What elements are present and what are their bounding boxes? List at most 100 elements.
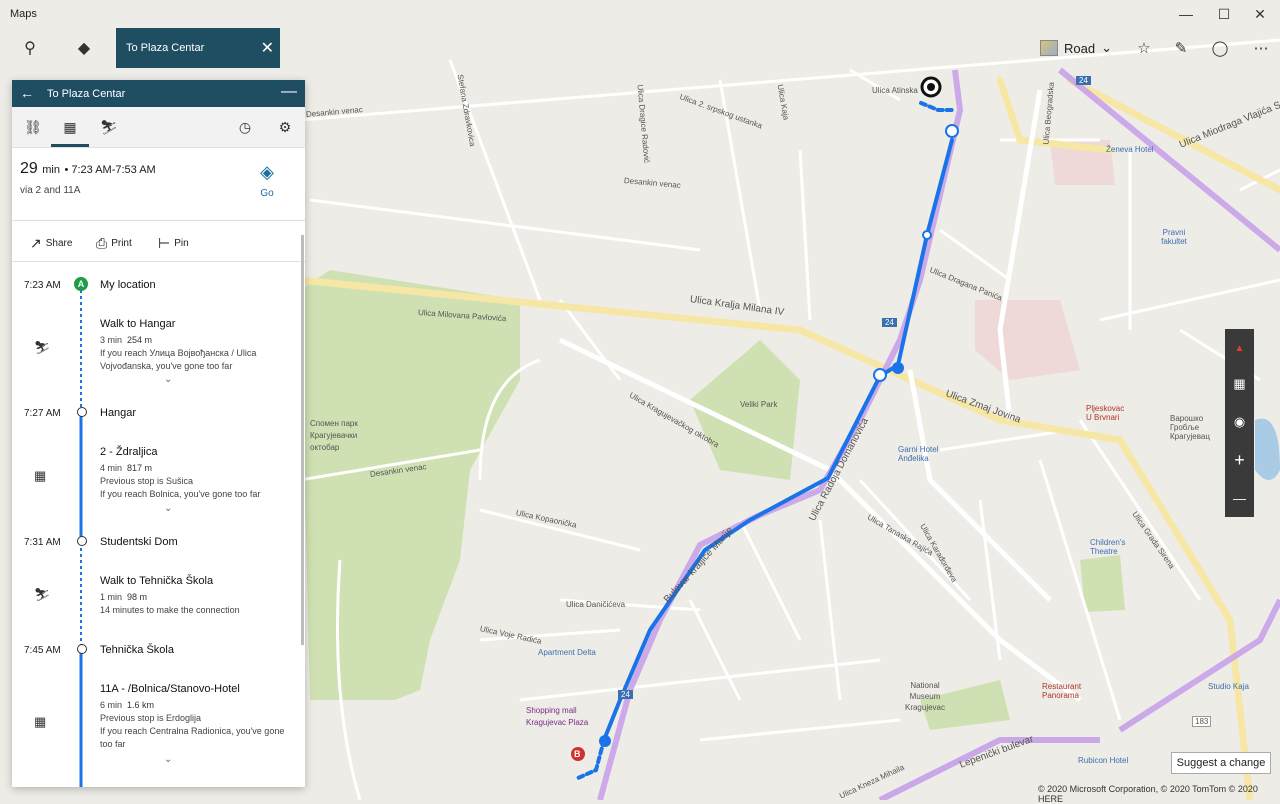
step-detail: 6 min 1.6 km <box>100 700 155 710</box>
maximize-button[interactable]: ☐ <box>1204 0 1244 28</box>
map-style-swatch <box>1040 40 1058 56</box>
map-label-poi: Rubicon Hotel <box>1078 756 1129 765</box>
step-prev-stop: Previous stop is Sušica <box>100 476 194 486</box>
more-icon[interactable]: ⋯ <box>1248 36 1274 60</box>
step-title: My location <box>100 279 156 291</box>
go-label: Go <box>260 188 274 199</box>
map-label-poi: Варошко Гробље Крагујевац <box>1170 414 1210 441</box>
walk-icon[interactable]: ⛷ <box>94 115 124 139</box>
walk-icon: ⛷ <box>34 587 51 602</box>
map-label-poi: Apartment Delta <box>538 648 596 657</box>
pin-icon: ⊢ <box>158 235 171 251</box>
map-label-poi: Studio Kaja <box>1208 682 1249 691</box>
route-steps: A 7:23 AM My location ⛷ Walk to Hangar 3… <box>12 262 305 787</box>
destination-pin-b[interactable]: B <box>574 749 581 759</box>
step-title: Hangar <box>100 407 137 419</box>
share-icon: ↗ <box>30 235 42 251</box>
chevron-down-icon: ⌄ <box>1101 40 1112 55</box>
expand-chevron-icon[interactable]: ⌄ <box>164 503 172 514</box>
tilt-grid-icon[interactable]: ▦ <box>1225 369 1254 399</box>
step-note: 14 minutes to make the connection <box>100 605 240 615</box>
step-note: If you reach Улица Војвођанска / Ulica V… <box>100 348 257 371</box>
map-controls: ▲ ▦ ◉ + — <box>1225 329 1254 517</box>
step-title: Walk to Hangar <box>100 318 176 330</box>
step-time: 7:23 AM <box>24 280 61 291</box>
compass-icon[interactable]: ▲ <box>1225 333 1254 363</box>
expand-chevron-icon[interactable]: ⌄ <box>164 754 172 765</box>
step-prev-stop: Previous stop is Erdoglija <box>100 713 202 723</box>
route-summary[interactable]: 29 min • 7:23 AM-7:53 AM via 2 and 11A ◈… <box>12 148 305 221</box>
map-label-poi: Pljeskovac U Brvnari <box>1086 404 1125 422</box>
car-icon[interactable]: ⛓ <box>18 115 48 139</box>
panel-scrollbar[interactable] <box>301 235 304 645</box>
route-tab-close-icon[interactable]: ✕ <box>261 38 274 58</box>
route-via: via 2 and 11A <box>20 185 81 196</box>
print-button[interactable]: ⎙ Print <box>96 235 132 252</box>
directions-icon[interactable]: ◆ <box>64 30 104 66</box>
expand-chevron-icon[interactable]: ⌄ <box>164 374 172 385</box>
step-detail: 4 min 817 m <box>100 463 153 473</box>
step-time: 7:45 AM <box>24 645 61 656</box>
title-bar: Maps — ☐ ✕ <box>0 0 1280 28</box>
map-label-park: Veliki Park <box>740 400 778 409</box>
step-title: 2 - Ždraljica <box>100 446 158 458</box>
route-shield: 24 <box>618 690 633 699</box>
search-icon[interactable]: ⚲ <box>10 30 50 66</box>
panel-title: To Plaza Centar <box>47 88 126 100</box>
zoom-out-icon[interactable]: — <box>1225 483 1254 513</box>
print-icon: ⎙ <box>96 235 108 251</box>
walk-icon: ⛷ <box>34 340 51 355</box>
map-label-poi: Restaurant Panorama <box>1042 682 1082 700</box>
back-arrow-icon[interactable]: ← <box>20 85 34 101</box>
clock-icon[interactable]: ◷ <box>230 115 260 139</box>
directions-panel: ← To Plaza Centar — ⛓ ▦ ⛷ ◷ ⚙ 29 min • 7… <box>12 80 305 787</box>
step-title: Tehnička Škola <box>100 644 174 656</box>
zoom-in-icon[interactable]: + <box>1225 445 1254 475</box>
go-icon: ◈ <box>260 162 274 182</box>
map-label-street: Ulica Atinska <box>872 86 918 95</box>
go-button[interactable]: ◈ Go <box>252 162 282 201</box>
map-label-poi: Garni Hotel Anđelika <box>898 445 939 463</box>
account-icon[interactable]: ◯ <box>1207 36 1233 60</box>
bus-icon: ▦ <box>34 468 47 483</box>
panel-header: ← To Plaza Centar — <box>12 80 305 107</box>
minimize-button[interactable]: — <box>1166 0 1206 28</box>
pin-button[interactable]: ⊢ Pin <box>158 235 189 252</box>
step-time: 7:27 AM <box>24 408 61 419</box>
ink-icon[interactable]: ✎ <box>1168 36 1194 60</box>
suggest-change-button[interactable]: Suggest a change <box>1171 752 1271 774</box>
bus-icon: ▦ <box>34 714 47 729</box>
step-note: If you reach Centralna Radionica, you've… <box>100 726 285 749</box>
copyright-text: © 2020 Microsoft Corporation, © 2020 Tom… <box>1038 784 1258 804</box>
map-label-poi: Ženeva Hotel <box>1106 145 1154 154</box>
share-button[interactable]: ↗ Share <box>30 235 72 252</box>
stop-dot <box>77 536 87 546</box>
gear-icon[interactable]: ⚙ <box>270 115 300 139</box>
stop-dot <box>77 407 87 417</box>
collapse-panel-button[interactable]: — <box>281 83 297 101</box>
step-detail: 3 min 254 m <box>100 335 153 345</box>
route-tab[interactable]: To Plaza Centar ✕ <box>116 28 280 68</box>
map-label-poi: National Museum Kragujevac <box>904 681 946 712</box>
locate-icon[interactable]: ◉ <box>1225 407 1254 437</box>
map-style-label: Road <box>1064 40 1096 56</box>
map-label-poi: Children's Theatre <box>1090 538 1126 556</box>
route-shield: 24 <box>882 318 897 327</box>
map-label-park: Спомен парк Крагујевачки октобар <box>310 419 358 452</box>
route-actions: ↗ Share ⎙ Print ⊢ Pin <box>12 221 305 262</box>
step-time: 7:31 AM <box>24 537 61 548</box>
route-duration: 29 min • 7:23 AM-7:53 AM <box>20 160 156 177</box>
app-title: Maps <box>10 8 37 20</box>
active-mode-indicator <box>51 144 89 147</box>
step-detail: 1 min 98 m <box>100 592 148 602</box>
travel-mode-bar: ⛓ ▦ ⛷ ◷ ⚙ <box>12 107 305 148</box>
favorites-icon[interactable]: ☆ <box>1131 36 1157 60</box>
close-window-button[interactable]: ✕ <box>1240 0 1280 28</box>
transit-icon[interactable]: ▦ <box>55 115 85 139</box>
route-shield: 24 <box>1076 76 1091 85</box>
map-label-street: Ulica Daničićeva <box>566 600 626 609</box>
map-style-button[interactable]: Road ⌄ <box>1040 36 1112 60</box>
route-shield: 183 <box>1192 716 1212 727</box>
step-title: Studentski Dom <box>100 536 178 548</box>
origin-pin-a: A <box>74 277 88 291</box>
